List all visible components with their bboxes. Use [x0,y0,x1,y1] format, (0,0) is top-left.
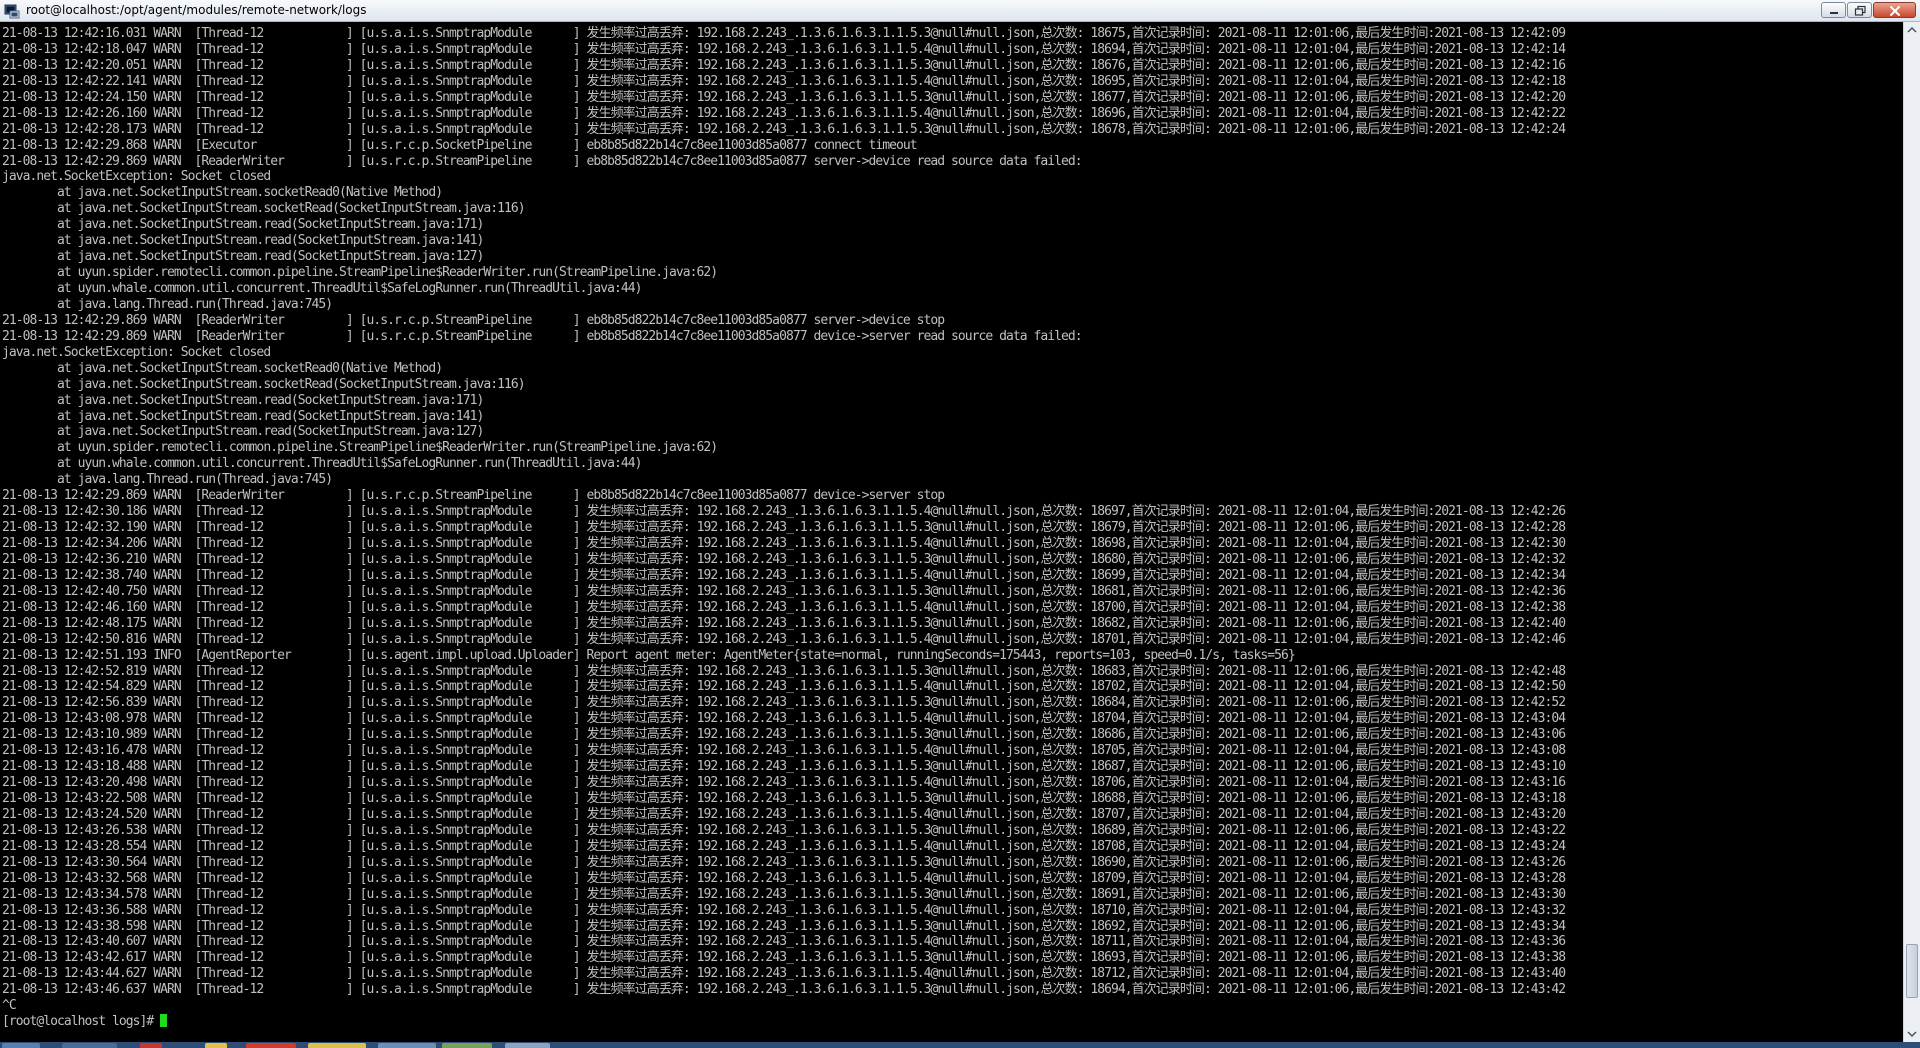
log-line: 21-08-13 12:43:24.520 WARN [Thread-12 ] … [2,806,1566,822]
log-line: 21-08-13 12:42:29.868 WARN [Executor ] [… [2,137,918,153]
log-line: 21-08-13 12:43:26.538 WARN [Thread-12 ] … [2,822,1566,838]
log-line: at java.net.SocketInputStream.socketRead… [2,185,443,201]
log-line: 21-08-13 12:43:28.554 WARN [Thread-12 ] … [2,838,1566,854]
scroll-down-arrow-icon[interactable] [1904,1026,1920,1042]
log-line: 21-08-13 12:43:36.588 WARN [Thread-12 ] … [2,902,1566,918]
window-title: root@localhost:/opt/agent/modules/remote… [26,3,367,17]
log-lines: 21-08-13 12:42:16.031 WARN [Thread-12 ] … [2,26,1566,1014]
log-line: 21-08-13 12:42:24.150 WARN [Thread-12 ] … [2,89,1566,105]
log-line: at java.net.SocketInputStream.read(Socke… [2,424,484,440]
log-line: 21-08-13 12:43:38.598 WARN [Thread-12 ] … [2,918,1566,934]
terminal-log: 21-08-13 12:42:16.031 WARN [Thread-12 ] … [2,26,1566,1030]
log-line: 21-08-13 12:42:48.175 WARN [Thread-12 ] … [2,615,1566,631]
log-line: at java.net.SocketInputStream.socketRead… [2,360,443,376]
log-line: at java.net.SocketInputStream.read(Socke… [2,392,484,408]
log-line: 21-08-13 12:42:52.819 WARN [Thread-12 ] … [2,663,1566,679]
minimize-button[interactable] [1821,2,1846,18]
log-line: 21-08-13 12:42:51.193 INFO [AgentReporte… [2,647,1296,663]
log-line: 21-08-13 12:42:40.750 WARN [Thread-12 ] … [2,583,1566,599]
scrollbar-thumb[interactable] [1906,944,1918,998]
close-button[interactable] [1873,2,1916,18]
taskbar-item[interactable] [140,1043,162,1048]
taskbar-item[interactable] [246,1043,296,1048]
log-line: at java.net.SocketInputStream.read(Socke… [2,233,484,249]
log-line: at uyun.spider.remotecli.common.pipeline… [2,265,718,281]
maximize-button[interactable] [1847,2,1872,18]
log-line: 21-08-13 12:42:18.047 WARN [Thread-12 ] … [2,41,1566,57]
log-line: at java.net.SocketInputStream.read(Socke… [2,249,484,265]
taskbar-item[interactable] [205,1043,227,1048]
log-line: 21-08-13 12:43:34.578 WARN [Thread-12 ] … [2,886,1566,902]
scroll-up-arrow-icon[interactable] [1904,22,1920,38]
log-line: at java.net.SocketInputStream.socketRead… [2,201,526,217]
log-line: 21-08-13 12:42:28.173 WARN [Thread-12 ] … [2,121,1566,137]
log-line: java.net.SocketException: Socket closed [2,344,271,360]
log-line: 21-08-13 12:42:26.160 WARN [Thread-12 ] … [2,105,1566,121]
log-line: ^C [2,998,17,1014]
taskbar-item[interactable] [378,1043,436,1048]
terminal-output-area[interactable]: 21-08-13 12:42:16.031 WARN [Thread-12 ] … [0,22,1903,1042]
log-line: at uyun.whale.common.util.concurrent.Thr… [2,281,642,296]
log-line: at java.net.SocketInputStream.socketRead… [2,376,526,392]
log-line: java.net.SocketException: Socket closed [2,169,271,185]
log-line: 21-08-13 12:43:08.978 WARN [Thread-12 ] … [2,711,1566,727]
log-line: 21-08-13 12:42:22.141 WARN [Thread-12 ] … [2,73,1566,89]
terminal-cursor [160,1014,168,1028]
log-line: 21-08-13 12:43:16.478 WARN [Thread-12 ] … [2,743,1566,759]
log-line: 21-08-13 12:42:32.190 WARN [Thread-12 ] … [2,520,1566,536]
taskbar-start-button[interactable] [2,1043,40,1048]
log-line: 21-08-13 12:43:22.508 WARN [Thread-12 ] … [2,791,1566,806]
log-line: 21-08-13 12:42:46.160 WARN [Thread-12 ] … [2,599,1566,615]
log-line: at java.lang.Thread.run(Thread.java:745) [2,296,333,312]
taskbar-item[interactable] [62,1043,117,1048]
log-line: at uyun.spider.remotecli.common.pipeline… [2,440,718,456]
log-line: 21-08-13 12:42:29.869 WARN [ReaderWriter… [2,328,1083,344]
log-line: 21-08-13 12:43:46.637 WARN [Thread-12 ] … [2,982,1566,998]
terminal-window: root@localhost:/opt/agent/modules/remote… [0,0,1920,1048]
log-line: 21-08-13 12:42:38.740 WARN [Thread-12 ] … [2,567,1566,583]
log-line: 21-08-13 12:42:56.839 WARN [Thread-12 ] … [2,695,1566,711]
log-line: 21-08-13 12:42:29.869 WARN [ReaderWriter… [2,488,945,504]
log-line: 21-08-13 12:42:54.829 WARN [Thread-12 ] … [2,679,1566,695]
maximize-icon [1854,5,1866,16]
log-line: 21-08-13 12:43:32.568 WARN [Thread-12 ] … [2,870,1566,886]
log-line: 21-08-13 12:42:20.051 WARN [Thread-12 ] … [2,57,1566,73]
log-line: 21-08-13 12:42:29.869 WARN [ReaderWriter… [2,153,1083,169]
log-line: 21-08-13 12:42:29.869 WARN [ReaderWriter… [2,312,945,328]
taskbar-item[interactable] [442,1043,492,1048]
shell-prompt-line[interactable]: [root@localhost logs]# [2,1014,1565,1030]
log-line: 21-08-13 12:42:36.210 WARN [Thread-12 ] … [2,551,1566,567]
log-line: 21-08-13 12:43:10.989 WARN [Thread-12 ] … [2,727,1566,743]
title-bar[interactable]: root@localhost:/opt/agent/modules/remote… [0,0,1920,22]
log-line: 21-08-13 12:42:30.186 WARN [Thread-12 ] … [2,504,1566,520]
log-line: 21-08-13 12:42:50.816 WARN [Thread-12 ] … [2,631,1566,647]
shell-prompt: [root@localhost logs]# [2,1014,161,1030]
log-line: 21-08-13 12:43:44.627 WARN [Thread-12 ] … [2,966,1566,982]
log-line: 21-08-13 12:42:16.031 WARN [Thread-12 ] … [2,26,1566,41]
taskbar-item-terminal[interactable] [505,1043,550,1048]
log-line: 21-08-13 12:43:20.498 WARN [Thread-12 ] … [2,775,1566,791]
log-line: at java.net.SocketInputStream.read(Socke… [2,408,484,424]
log-line: at uyun.whale.common.util.concurrent.Thr… [2,456,642,472]
terminal-app-icon[interactable] [4,3,20,19]
log-line: 21-08-13 12:43:18.488 WARN [Thread-12 ] … [2,759,1566,775]
log-line: 21-08-13 12:43:30.564 WARN [Thread-12 ] … [2,854,1566,870]
log-line: 21-08-13 12:43:42.617 WARN [Thread-12 ] … [2,950,1566,966]
vertical-scrollbar[interactable] [1903,22,1920,1042]
taskbar-strip [0,1042,1920,1048]
taskbar-item[interactable] [308,1043,366,1048]
log-line: 21-08-13 12:43:40.607 WARN [Thread-12 ] … [2,934,1566,950]
close-icon [1890,6,1900,16]
log-line: at java.lang.Thread.run(Thread.java:745) [2,472,333,488]
minimize-icon [1830,12,1838,14]
log-line: 21-08-13 12:42:34.206 WARN [Thread-12 ] … [2,536,1566,551]
log-line: at java.net.SocketInputStream.read(Socke… [2,217,484,233]
